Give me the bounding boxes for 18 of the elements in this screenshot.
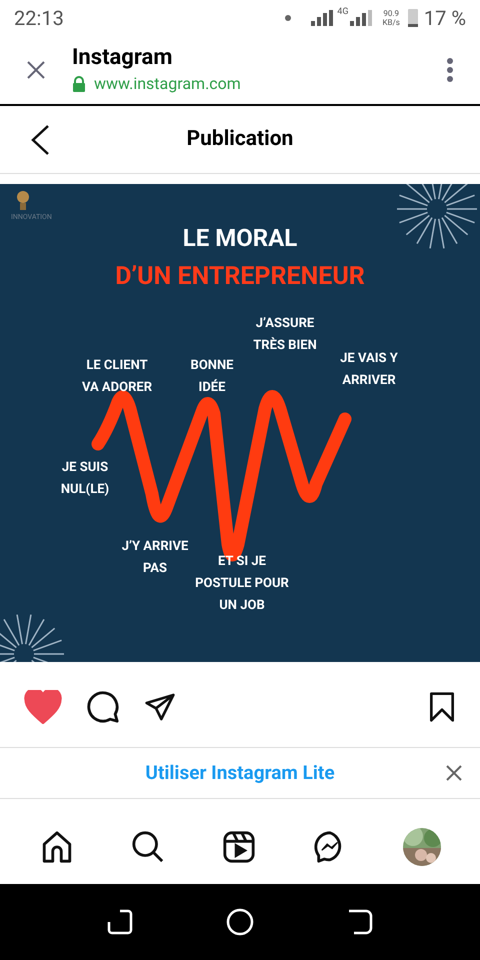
banner-link[interactable]: Utiliser Instagram Lite bbox=[145, 758, 335, 788]
chart-label: LE CLIENT VA ADORER bbox=[82, 357, 152, 397]
header-title: Publication bbox=[186, 126, 294, 153]
post-subtitle: D’UN ENTREPRENEUR bbox=[114, 261, 366, 293]
chart-label: JE VAIS Y ARRIVER bbox=[340, 350, 398, 390]
chart-label: J’Y ARRIVE PAS bbox=[122, 538, 188, 578]
network-speed: 90.9 bbox=[383, 9, 399, 18]
network-type: 4G bbox=[337, 6, 348, 19]
page-url: www.instagram.com bbox=[94, 73, 241, 95]
chart-label: JE SUIS NUL(LE) bbox=[60, 459, 110, 499]
post-title: LE MORAL bbox=[182, 223, 298, 254]
speed-unit: KB/s bbox=[382, 18, 400, 27]
chart-label: J’ASSURE TRÈS BIEN bbox=[253, 315, 317, 355]
battery-percent: 17 % bbox=[424, 5, 466, 32]
chart-label: BONNE IDÉE bbox=[190, 357, 234, 397]
chart-label: ET SI JE POSTULE POUR UN JOB bbox=[195, 553, 289, 615]
status-time: 22:13 bbox=[14, 5, 64, 32]
page-title: Instagram bbox=[72, 44, 174, 72]
